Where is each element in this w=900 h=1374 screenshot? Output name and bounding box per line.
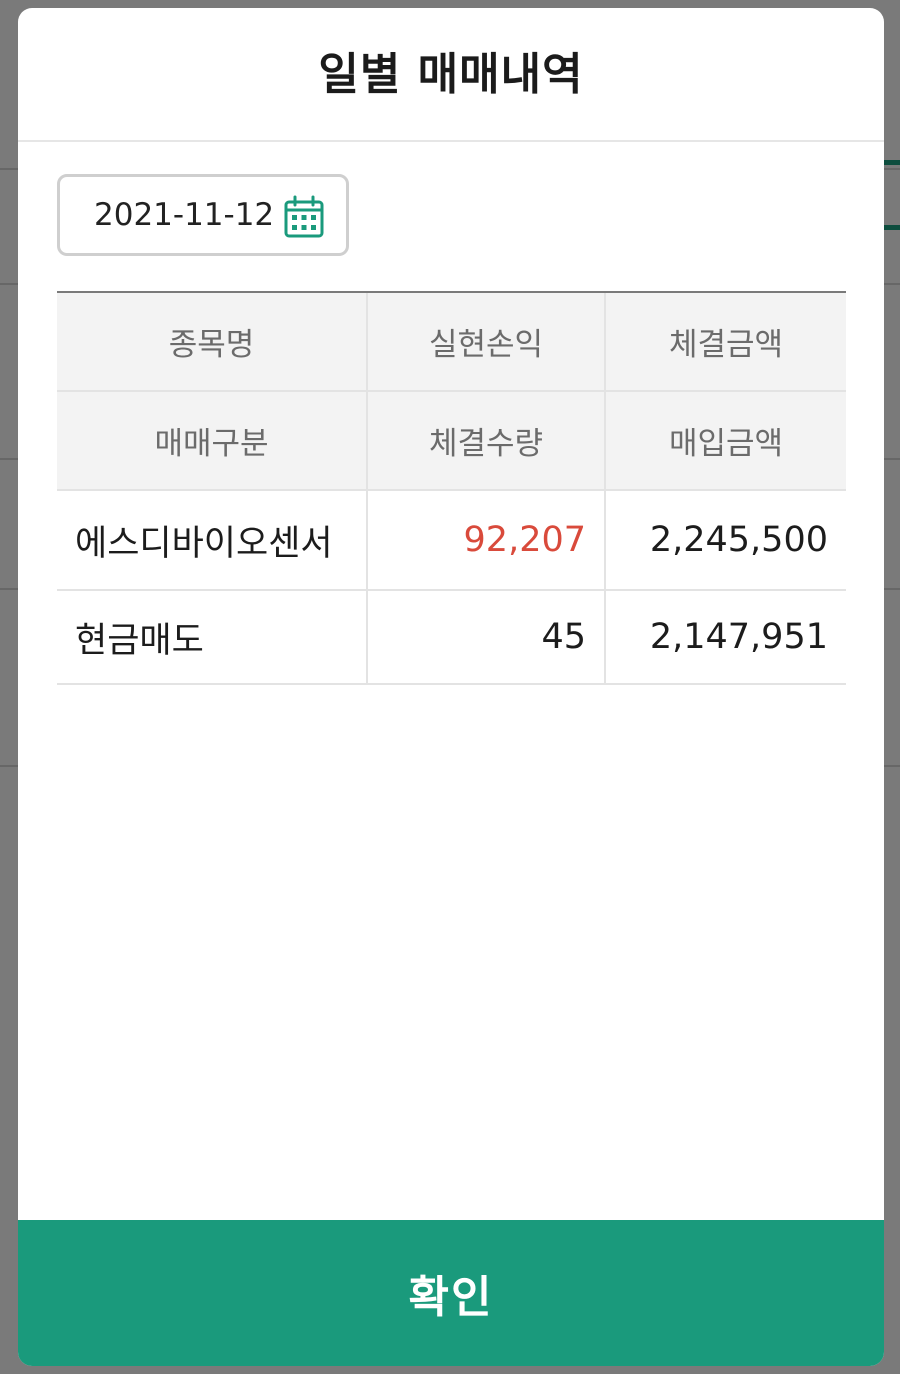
table-row: 에스디바이오센서 92,207 2,245,500 xyxy=(57,491,846,591)
table-row: 현금매도 45 2,147,951 xyxy=(57,591,846,685)
dialog-header: 일별 매매내역 xyxy=(18,8,884,142)
date-value: 2021-11-12 xyxy=(94,197,275,233)
header-executed-amount: 체결금액 xyxy=(668,327,784,363)
header-executed-quantity: 체결수량 xyxy=(368,392,606,489)
executed-amount-cell: 2,245,500 xyxy=(649,520,828,560)
realized-pnl-cell: 92,207 xyxy=(368,491,606,589)
header-trade-type: 매매구분 xyxy=(57,392,368,489)
executed-quantity-cell: 45 xyxy=(368,591,606,683)
trade-history-table: 종목명 실현손익 체결금액 매매구분 체결수량 매입금액 에스디바이오센서 92… xyxy=(57,291,846,685)
calendar-icon[interactable] xyxy=(284,195,324,239)
header-purchase-amount: 매입금액 xyxy=(668,426,784,462)
table-header-row: 종목명 실현손익 체결금액 xyxy=(57,293,846,392)
header-realized-pnl: 실현손익 xyxy=(368,293,606,390)
confirm-button[interactable]: 확인 xyxy=(18,1220,884,1366)
date-picker[interactable]: 2021-11-12 xyxy=(57,174,349,256)
header-stock-name: 종목명 xyxy=(57,293,368,390)
table-header-row: 매매구분 체결수량 매입금액 xyxy=(57,392,846,491)
purchase-amount-cell: 2,147,951 xyxy=(649,617,828,657)
trade-type-cell: 현금매도 xyxy=(57,591,368,683)
stock-name-cell: 에스디바이오센서 xyxy=(57,491,368,589)
dialog-title: 일별 매매내역 xyxy=(318,49,584,100)
daily-trade-history-dialog: 일별 매매내역 2021-11-12 종목명 실현손익 체결금액 매매구분 체결… xyxy=(18,8,884,1366)
